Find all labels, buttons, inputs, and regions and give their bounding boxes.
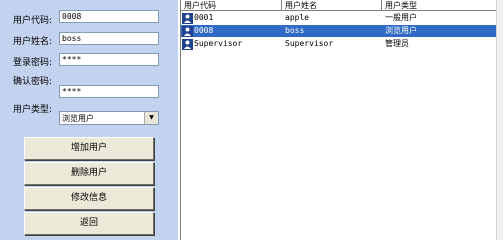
user-code-cell: 0001 xyxy=(194,13,214,22)
user-type-cell: 管理员 xyxy=(385,39,409,48)
user-type-cell: 浏览用户 xyxy=(385,26,417,35)
user-code-label: 用户代码: xyxy=(13,16,53,26)
user-icon xyxy=(182,26,193,37)
vertical-scrollbar[interactable] xyxy=(496,0,503,240)
user-code-cell: 0008 xyxy=(194,26,214,35)
table-row[interactable]: 0001 apple 一般用户 xyxy=(181,12,497,24)
user-name-label: 用户姓名: xyxy=(13,37,53,47)
user-icon xyxy=(182,39,193,50)
table-header: 用户代码 用户姓名 用户类型 xyxy=(181,0,497,12)
modify-info-button[interactable]: 修改信息 xyxy=(24,187,154,210)
delete-user-button[interactable]: 删除用户 xyxy=(24,162,154,185)
user-type-cell: 一般用户 xyxy=(385,13,417,22)
table-row-selected[interactable]: 0008 boss 浏览用户 xyxy=(181,25,497,37)
user-name-input[interactable]: boss xyxy=(59,32,159,45)
user-form-panel: 用户代码: 0008 用户姓名: boss 登录密码: **** 确认密码: *… xyxy=(0,0,178,240)
back-button[interactable]: 返回 xyxy=(24,212,154,235)
user-name-cell: apple xyxy=(285,13,310,22)
password-label: 登录密码: xyxy=(13,58,53,68)
user-name-cell: Supervisor xyxy=(285,39,334,48)
column-header-name[interactable]: 用户姓名 xyxy=(282,0,382,11)
confirm-password-input[interactable]: **** xyxy=(59,85,159,98)
password-input[interactable]: **** xyxy=(59,53,159,66)
add-user-button[interactable]: 增加用户 xyxy=(24,137,154,160)
user-code-cell: Supervisor xyxy=(194,39,243,48)
user-icon xyxy=(182,13,193,24)
user-type-value: 浏览用户 xyxy=(62,114,94,123)
user-type-label: 用户类型: xyxy=(13,105,53,115)
table-row[interactable]: Supervisor Supervisor 管理员 xyxy=(181,38,497,50)
user-code-input[interactable]: 0008 xyxy=(59,10,159,23)
user-list-table[interactable]: 用户代码 用户姓名 用户类型 0001 apple 一般用户 0008 boss… xyxy=(180,0,497,240)
user-type-select[interactable]: 浏览用户 ▼ xyxy=(59,111,159,125)
column-header-type[interactable]: 用户类型 xyxy=(382,0,497,11)
user-name-cell: boss xyxy=(285,26,305,35)
confirm-password-label: 确认密码: xyxy=(13,77,53,87)
chevron-down-icon[interactable]: ▼ xyxy=(144,112,158,124)
column-header-code[interactable]: 用户代码 xyxy=(181,0,282,11)
